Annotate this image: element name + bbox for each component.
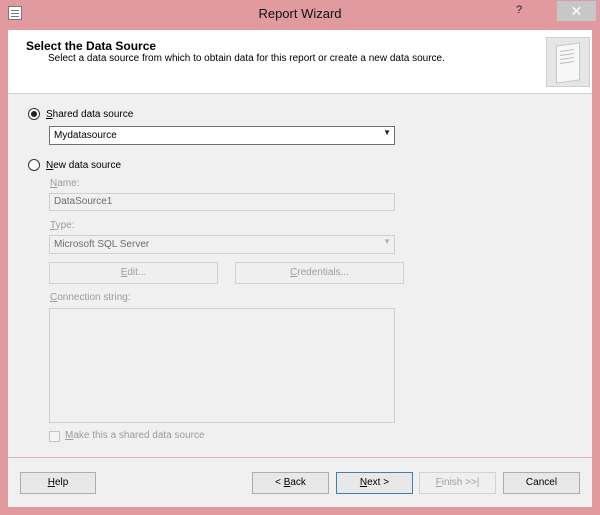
next-button[interactable]: Next > — [336, 472, 413, 494]
shared-data-source-value: Mydatasource — [54, 130, 117, 141]
connection-string-input[interactable] — [49, 308, 395, 423]
wizard-header: Select the Data Source Select a data sou… — [8, 30, 592, 93]
type-select-value: Microsoft SQL Server — [54, 239, 150, 250]
credentials-button[interactable]: Credentials... — [235, 262, 404, 284]
chevron-down-icon: ▼ — [383, 237, 391, 246]
header-divider — [8, 93, 592, 94]
title-bar: Report Wizard ? ✕ — [0, 0, 600, 26]
make-shared-checkbox[interactable] — [49, 431, 60, 442]
wizard-client-area: Select the Data Source Select a data sou… — [8, 30, 592, 507]
footer-divider — [8, 457, 592, 458]
shared-data-source-option[interactable]: Shared data source — [28, 108, 133, 120]
make-shared-label: Make this a shared data source — [65, 430, 205, 441]
new-data-source-label: New data source — [46, 159, 122, 171]
close-icon[interactable]: ✕ — [557, 1, 596, 21]
page-title: Select the Data Source — [26, 39, 157, 53]
chevron-down-icon: ▼ — [383, 128, 391, 137]
type-label: Type: — [50, 220, 75, 231]
new-data-source-radio[interactable] — [28, 159, 40, 171]
shared-data-source-radio[interactable] — [28, 108, 40, 120]
name-input[interactable]: DataSource1 — [49, 193, 395, 211]
cancel-button[interactable]: Cancel — [503, 472, 580, 494]
connection-string-label: Connection string: — [50, 292, 131, 303]
name-input-value: DataSource1 — [54, 196, 113, 207]
help-button[interactable]: Help — [20, 472, 96, 494]
back-button[interactable]: < Back — [252, 472, 329, 494]
report-wizard-window: Report Wizard ? ✕ Select the Data Source… — [0, 0, 600, 515]
edit-button[interactable]: Edit... — [49, 262, 218, 284]
shared-data-source-label: Shared data source — [46, 108, 134, 120]
page-subtitle: Select a data source from which to obtai… — [48, 53, 445, 64]
name-label: Name: — [50, 178, 80, 189]
help-question-icon[interactable]: ? — [516, 4, 522, 16]
finish-button[interactable]: Finish >>| — [419, 472, 496, 494]
report-document-icon — [546, 37, 590, 87]
type-select[interactable]: Microsoft SQL Server ▼ — [49, 235, 395, 254]
shared-data-source-select[interactable]: Mydatasource ▼ — [49, 126, 395, 145]
window-title: Report Wizard — [258, 6, 342, 21]
new-data-source-option[interactable]: New data source — [28, 159, 121, 171]
